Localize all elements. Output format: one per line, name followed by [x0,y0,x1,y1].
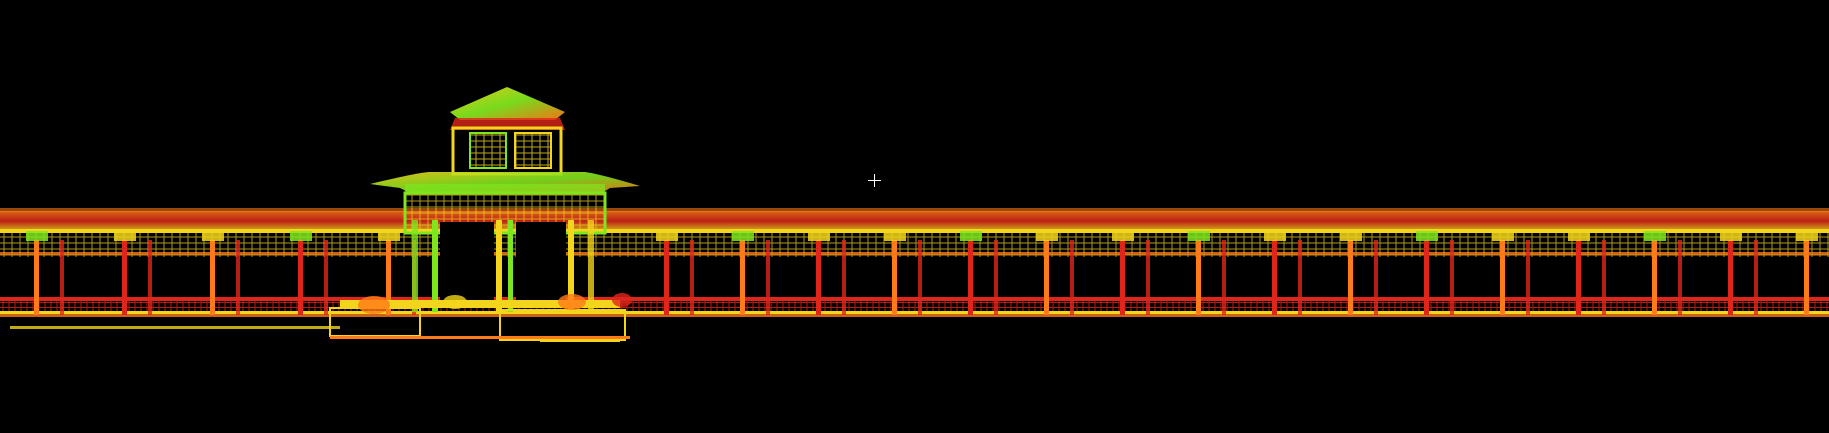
column-bracket [1492,231,1514,241]
column-bracket [1264,231,1286,241]
corridor-column [1728,240,1733,315]
corridor-roof [0,208,1829,233]
corridor-column [298,240,303,315]
corridor-column [892,240,897,315]
column-bracket [290,231,312,241]
column-bracket [1416,231,1438,241]
corridor-column [816,240,821,315]
corridor-column [690,240,694,315]
column-bracket [1568,231,1590,241]
column-bracket [202,231,224,241]
corridor-column [1602,240,1606,315]
corridor-column [1196,240,1201,315]
corridor-column [1424,240,1429,315]
corridor-column [236,240,240,315]
corridor-column [1526,240,1530,315]
column-bracket [808,231,830,241]
column-bracket [1188,231,1210,241]
corridor-column [968,240,973,315]
corridor-railing [0,297,1829,317]
column-bracket [1340,231,1362,241]
corridor-column [1652,240,1657,315]
corridor-column [1070,240,1074,315]
corridor-column [34,240,39,315]
crosshair-icon [868,174,881,187]
corridor-column [122,240,127,315]
corridor-column [1272,240,1277,315]
corridor-column [1804,240,1809,315]
column-bracket [1036,231,1058,241]
corridor-column [1044,240,1049,315]
corridor-column [994,240,998,315]
corridor-column [1576,240,1581,315]
corridor-column [1348,240,1353,315]
column-bracket [656,231,678,241]
corridor-column [1374,240,1378,315]
column-bracket [1720,231,1742,241]
column-bracket [1796,231,1818,241]
corridor-column [148,240,152,315]
corridor-column [1678,240,1682,315]
column-bracket [1644,231,1666,241]
corridor-column [766,240,770,315]
corridor-column [210,240,215,315]
corridor-column [1450,240,1454,315]
corridor-column [918,240,922,315]
column-bracket [1112,231,1134,241]
corridor-column [1120,240,1125,315]
corridor-column [60,240,64,315]
column-bracket [26,231,48,241]
corridor-column [1500,240,1505,315]
corridor-column [1222,240,1226,315]
point-cloud-scene [0,87,1829,342]
corridor-column [664,240,669,315]
corridor-column [324,240,328,315]
corridor-column [1754,240,1758,315]
corridor-column [1298,240,1302,315]
column-bracket [114,231,136,241]
column-bracket [378,231,400,241]
column-bracket [732,231,754,241]
point-cloud-viewport[interactable] [0,0,1829,433]
column-bracket [884,231,906,241]
corridor-column [740,240,745,315]
corridor-column [842,240,846,315]
column-bracket [960,231,982,241]
corridor-column [1146,240,1150,315]
